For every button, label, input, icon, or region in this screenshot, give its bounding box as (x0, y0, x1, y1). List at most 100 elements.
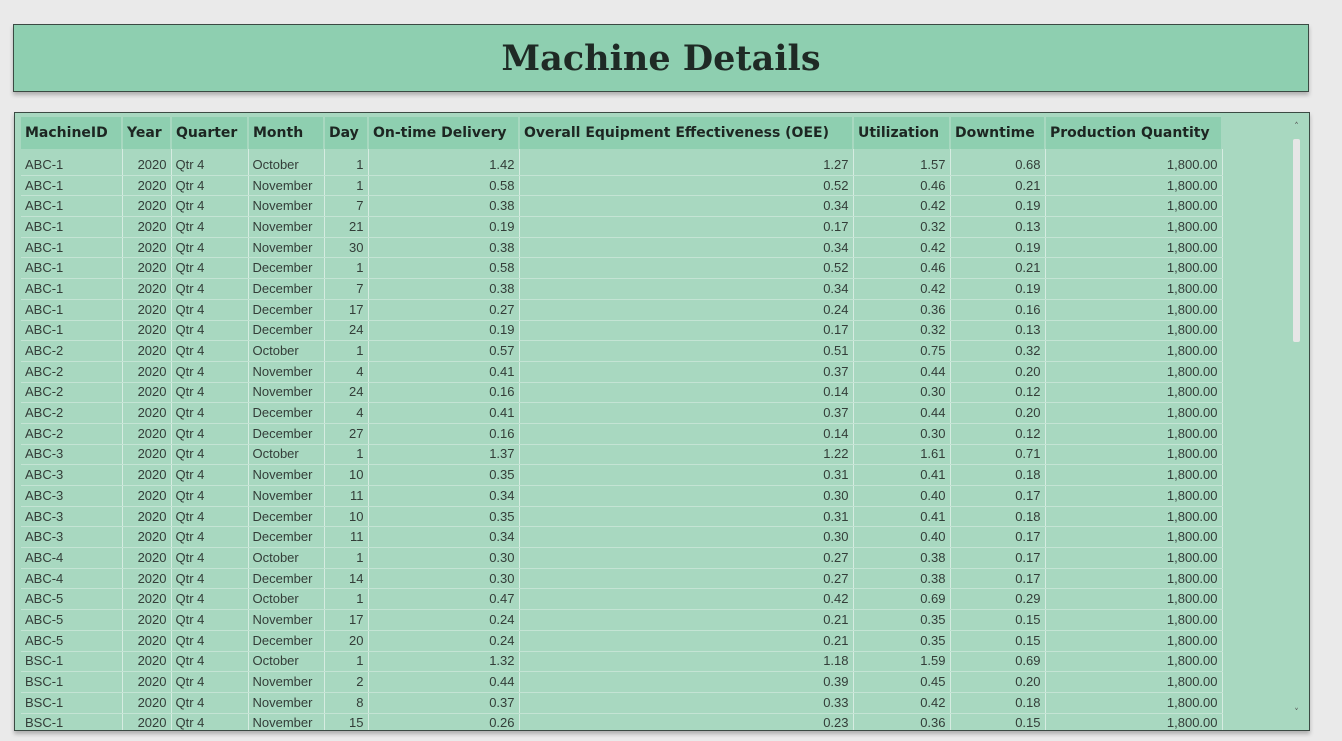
table-row[interactable]: ABC-3 2020 Qtr 4 November 10 0.35 0.31 0.41 0.18… (21, 464, 1223, 486)
cell-quarter: Qtr 4 (171, 651, 249, 673)
table-row[interactable]: ABC-2 2020 Qtr 4 November 4 0.41 0.37 0.44 0.20 1… (21, 361, 1223, 383)
table-row[interactable]: ABC-1 2020 Qtr 4 October 1 1.42 1.27 1.57 0.68 1,… (21, 155, 1223, 176)
cell-utilization: 0.45 (853, 671, 951, 693)
table-row[interactable]: ABC-1 2020 Qtr 4 November 21 0.19 0.17 0.32 0.13… (21, 216, 1223, 238)
cell-month: November (248, 609, 325, 631)
cell-day: 8 (324, 692, 369, 714)
column-header-machine-id[interactable]: MachineID (21, 117, 123, 149)
cell-month: November (248, 671, 325, 693)
table-row[interactable]: ABC-5 2020 Qtr 4 December 20 0.24 0.21 0.35 0.15… (21, 630, 1223, 652)
cell-machine-id: BSC-1 (21, 713, 123, 730)
table-row[interactable]: ABC-2 2020 Qtr 4 December 4 0.41 0.37 0.44 0.20 1… (21, 402, 1223, 424)
cell-downtime: 0.17 (950, 547, 1046, 569)
cell-machine-id: ABC-1 (21, 155, 123, 176)
column-header-month[interactable]: Month (248, 117, 325, 149)
column-header-day[interactable]: Day (324, 117, 369, 149)
cell-year: 2020 (122, 651, 172, 673)
cell-quarter: Qtr 4 (171, 588, 249, 611)
column-header-quarter[interactable]: Quarter (171, 117, 249, 149)
column-header-year[interactable]: Year (122, 117, 172, 149)
cell-oee: 1.27 (519, 155, 854, 176)
vertical-scrollbar[interactable]: ˄ ˅ (1292, 121, 1301, 719)
cell-day: 11 (324, 526, 369, 549)
cell-year: 2020 (122, 195, 172, 218)
table-row[interactable]: BSC-1 2020 Qtr 4 October 1 1.32 1.18 1.59 0.69 1,… (21, 651, 1223, 673)
cell-utilization: 0.42 (853, 237, 951, 259)
table-row[interactable]: ABC-3 2020 Qtr 4 November 11 0.34 0.30 0.40 0.17… (21, 485, 1223, 507)
cell-machine-id: ABC-3 (21, 526, 123, 549)
cell-year: 2020 (122, 175, 172, 197)
table-row[interactable]: ABC-1 2020 Qtr 4 December 1 0.58 0.52 0.46 0.21 1… (21, 257, 1223, 280)
table-row[interactable]: ABC-2 2020 Qtr 4 December 27 0.16 0.14 0.30 0.12… (21, 423, 1223, 445)
table-row[interactable]: ABC-5 2020 Qtr 4 October 1 0.47 0.42 0.69 0.29 1,… (21, 588, 1223, 611)
cell-oee: 0.27 (519, 547, 854, 569)
table-row[interactable]: ABC-1 2020 Qtr 4 December 24 0.19 0.17 0.32 0.13… (21, 320, 1223, 342)
cell-year: 2020 (122, 588, 172, 611)
table-row[interactable]: BSC-1 2020 Qtr 4 November 2 0.44 0.39 0.45 0.20 1… (21, 671, 1223, 693)
column-header-downtime[interactable]: Downtime (950, 117, 1046, 149)
machine-details-table-visual[interactable]: MachineID Year Quarter Month Day On-time Deli… (14, 112, 1310, 731)
cell-machine-id: ABC-3 (21, 464, 123, 486)
machine-details-table: MachineID Year Quarter Month Day On-time Deli… (21, 117, 1223, 730)
cell-on-time-delivery: 0.38 (368, 195, 520, 218)
cell-utilization: 0.42 (853, 278, 951, 300)
cell-month: November (248, 237, 325, 259)
cell-downtime: 0.15 (950, 609, 1046, 631)
cell-year: 2020 (122, 609, 172, 631)
cell-month: December (248, 630, 325, 652)
cell-year: 2020 (122, 506, 172, 528)
cell-day: 1 (324, 588, 369, 611)
table-row[interactable]: ABC-1 2020 Qtr 4 November 1 0.58 0.52 0.46 0.21 1… (21, 175, 1223, 197)
cell-quarter: Qtr 4 (171, 195, 249, 218)
table-row[interactable]: ABC-2 2020 Qtr 4 October 1 0.57 0.51 0.75 0.32 1,… (21, 340, 1223, 362)
table-row[interactable]: ABC-3 2020 Qtr 4 October 1 1.37 1.22 1.61 0.71 1,… (21, 444, 1223, 466)
column-header-oee[interactable]: Overall Equipment Effectiveness (OEE) (519, 117, 854, 149)
cell-oee: 0.24 (519, 299, 854, 321)
cell-downtime: 0.29 (950, 588, 1046, 611)
table-row[interactable]: ABC-1 2020 Qtr 4 November 7 0.38 0.34 0.42 0.19 1… (21, 195, 1223, 218)
cell-production-quantity: 1,800.00 (1045, 568, 1223, 590)
table-row[interactable]: ABC-1 2020 Qtr 4 December 7 0.38 0.34 0.42 0.19 1… (21, 278, 1223, 300)
table-row[interactable]: ABC-1 2020 Qtr 4 December 17 0.27 0.24 0.36 0.16… (21, 299, 1223, 321)
cell-machine-id: ABC-5 (21, 588, 123, 611)
column-header-production-quantity[interactable]: Production Quantity (1045, 117, 1223, 149)
cell-year: 2020 (122, 237, 172, 259)
cell-day: 21 (324, 216, 369, 238)
cell-machine-id: ABC-5 (21, 630, 123, 652)
cell-on-time-delivery: 0.27 (368, 299, 520, 321)
cell-machine-id: ABC-2 (21, 382, 123, 404)
cell-oee: 0.37 (519, 361, 854, 383)
cell-month: November (248, 361, 325, 383)
column-header-on-time-delivery[interactable]: On-time Delivery (368, 117, 520, 149)
cell-day: 24 (324, 320, 369, 342)
cell-year: 2020 (122, 485, 172, 507)
cell-utilization: 0.75 (853, 340, 951, 362)
cell-production-quantity: 1,800.00 (1045, 278, 1223, 300)
cell-production-quantity: 1,800.00 (1045, 155, 1223, 176)
cell-day: 10 (324, 506, 369, 528)
cell-oee: 0.52 (519, 257, 854, 280)
cell-downtime: 0.18 (950, 506, 1046, 528)
cell-utilization: 0.35 (853, 609, 951, 631)
table-row[interactable]: ABC-5 2020 Qtr 4 November 17 0.24 0.21 0.35 0.15… (21, 609, 1223, 631)
table-row[interactable]: ABC-4 2020 Qtr 4 December 14 0.30 0.27 0.38 0.17… (21, 568, 1223, 590)
chevron-down-icon[interactable]: ˅ (1292, 707, 1301, 719)
cell-oee: 0.14 (519, 423, 854, 445)
table-row[interactable]: ABC-3 2020 Qtr 4 December 11 0.34 0.30 0.40 0.17… (21, 526, 1223, 549)
cell-oee: 0.52 (519, 175, 854, 197)
scrollbar-thumb[interactable] (1293, 139, 1300, 342)
table-row[interactable]: ABC-3 2020 Qtr 4 December 10 0.35 0.31 0.41 0.18… (21, 506, 1223, 528)
table-row[interactable]: ABC-1 2020 Qtr 4 November 30 0.38 0.34 0.42 0.19… (21, 237, 1223, 259)
table-row[interactable]: ABC-4 2020 Qtr 4 October 1 0.30 0.27 0.38 0.17 1,… (21, 547, 1223, 569)
chevron-up-icon[interactable]: ˄ (1292, 121, 1301, 133)
cell-year: 2020 (122, 692, 172, 714)
table-row[interactable]: BSC-1 2020 Qtr 4 November 15 0.26 0.23 0.36 0.15… (21, 713, 1223, 730)
cell-production-quantity: 1,800.00 (1045, 361, 1223, 383)
cell-year: 2020 (122, 671, 172, 693)
column-header-utilization[interactable]: Utilization (853, 117, 951, 149)
table-row[interactable]: ABC-2 2020 Qtr 4 November 24 0.16 0.14 0.30 0.12… (21, 382, 1223, 404)
cell-machine-id: BSC-1 (21, 671, 123, 693)
table-row[interactable]: BSC-1 2020 Qtr 4 November 8 0.37 0.33 0.42 0.18 1… (21, 692, 1223, 714)
cell-month: November (248, 216, 325, 238)
cell-oee: 0.34 (519, 278, 854, 300)
